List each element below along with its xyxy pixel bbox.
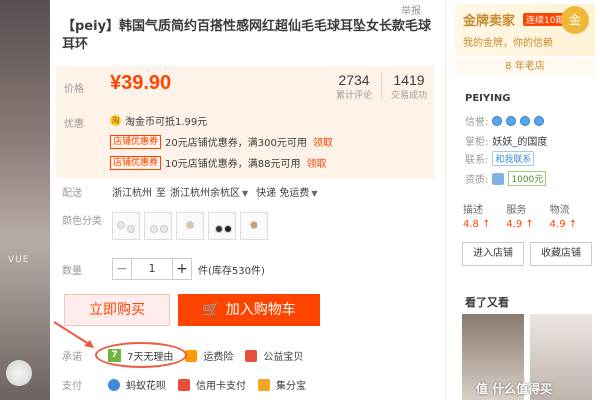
credit-row: 信誉:: [465, 113, 545, 128]
also-viewed-title: 看了又看: [465, 296, 509, 309]
sales-count: 1419 交易成功: [390, 72, 427, 101]
image-pompom: [6, 360, 32, 386]
gold-seller-sub: 我的金牌，你的信赖: [463, 38, 553, 49]
coupon-tag: 店铺优惠券: [110, 155, 162, 170]
coupon-claim-link[interactable]: 领取: [313, 134, 333, 149]
contact-seller-button[interactable]: 和我联系: [492, 151, 535, 166]
quantity-input[interactable]: 1: [132, 258, 172, 280]
color-option[interactable]: [112, 212, 140, 240]
stock-text: 件(库存530件): [198, 265, 265, 277]
score-logistics: 物流 4.9 ↑: [549, 205, 578, 230]
add-to-cart-button[interactable]: 🛒 加入购物车: [178, 294, 320, 326]
review-count[interactable]: 2734 累计评论: [331, 72, 377, 101]
coupon-tag: 店铺优惠券: [110, 134, 162, 149]
image-caption: VUE: [8, 255, 30, 265]
gold-seller-title: 金牌卖家: [463, 14, 516, 29]
promo-label: 优惠: [64, 119, 84, 130]
color-row: 颜色分类: [62, 212, 272, 240]
enter-shop-button[interactable]: 进入店铺: [462, 242, 524, 266]
ship-dest-select[interactable]: 浙江杭州余杭区 ▼: [170, 184, 248, 199]
shop-name[interactable]: PEIYING: [465, 93, 510, 104]
chevron-down-icon: ▼: [242, 189, 249, 198]
price-panel: 价格 ¥39.90 2734 累计评论 1419 交易成功 优惠 淘 淘金币可抵1.…: [56, 66, 434, 178]
score-service: 服务 4.9 ↑: [506, 205, 534, 230]
keeper-row: 掌柜: 妖妖_的国度: [465, 133, 547, 148]
quantity-plus-button[interactable]: +: [172, 258, 192, 280]
credit-diamond-icon: [534, 115, 545, 126]
pay-huabei[interactable]: 蚂蚁花呗: [126, 377, 166, 392]
gold-medal-icon: 金: [561, 6, 589, 34]
annotation-circle: [95, 342, 187, 368]
shop-years: 8 年老店: [455, 58, 595, 76]
shipping-insurance[interactable]: 运费险: [203, 348, 233, 363]
jifenbao-icon: [258, 378, 270, 391]
chevron-down-icon: ▼: [311, 189, 318, 198]
pay-credit-card[interactable]: 信用卡支付: [196, 377, 246, 392]
coin-icon: 淘: [110, 115, 121, 126]
color-option[interactable]: [240, 212, 268, 240]
product-main-image[interactable]: VUE: [0, 0, 50, 400]
cart-icon: 🛒: [202, 302, 220, 318]
credit-card-icon: [178, 378, 190, 391]
color-option[interactable]: [176, 212, 204, 240]
pay-jifenbao[interactable]: 集分宝: [276, 377, 306, 392]
favorite-shop-button[interactable]: 收藏店铺: [530, 242, 592, 266]
color-option[interactable]: [208, 212, 236, 240]
score-description: 描述 4.8 ↑: [463, 205, 491, 230]
id-icon: [492, 172, 505, 185]
ship-method-select[interactable]: 快递 免运费 ▼: [256, 184, 317, 199]
coupon-claim-link[interactable]: 领取: [306, 155, 326, 170]
stat-divider: [381, 72, 382, 98]
qualification-row: 资质: 1000元: [465, 171, 547, 186]
price-label: 价格: [64, 84, 84, 95]
credit-diamond-icon: [520, 115, 531, 126]
price-value: ¥39.90: [110, 72, 172, 94]
quantity-row: 数量 − 1 + 件(库存530件): [62, 258, 265, 280]
ship-from: 浙江杭州: [112, 188, 152, 199]
report-link[interactable]: 举报: [401, 2, 421, 17]
tmall-coin: 淘 淘金币可抵1.99元: [110, 115, 208, 128]
credit-diamond-icon: [492, 115, 503, 126]
keeper-name[interactable]: 妖妖_的国度: [492, 133, 547, 148]
charity-item[interactable]: 公益宝贝: [263, 348, 303, 363]
column-divider: [445, 0, 446, 400]
gold-seller-banner: 金牌卖家 连续10期 我的金牌，你的信赖 金: [455, 4, 595, 56]
contact-row: 联系: 和我联系: [465, 151, 535, 166]
watermark: 值 什么值得买: [476, 382, 553, 396]
charity-icon: [245, 349, 258, 362]
color-option[interactable]: [144, 212, 172, 240]
shop-scores: 描述 4.8 ↑ 服务 4.9 ↑ 物流 4.9 ↑: [463, 204, 593, 232]
quantity-minus-button[interactable]: −: [112, 258, 132, 280]
credit-diamond-icon: [506, 115, 517, 126]
annotation-arrow: [53, 321, 94, 348]
quantity-stepper: − 1 +: [112, 258, 192, 280]
shipping-insurance-icon: [185, 349, 198, 362]
deposit-badge[interactable]: 1000元: [508, 171, 547, 186]
huabei-icon: [108, 378, 120, 391]
product-title: 【peiy】韩国气质简约百搭性感网红超仙毛毛球耳坠女长款毛球耳环: [62, 19, 432, 52]
coupon-1: 店铺优惠券 20元店铺优惠券，满300元可用 领取: [110, 134, 333, 149]
shipping-row: 配送 浙江杭州 至 浙江杭州余杭区 ▼ 快递 免运费 ▼: [62, 184, 318, 199]
coupon-2: 店铺优惠券 10元店铺优惠券，满88元可用 领取: [110, 155, 326, 170]
pay-row: 支付 蚂蚁花呗 信用卡支付 集分宝: [62, 377, 306, 392]
